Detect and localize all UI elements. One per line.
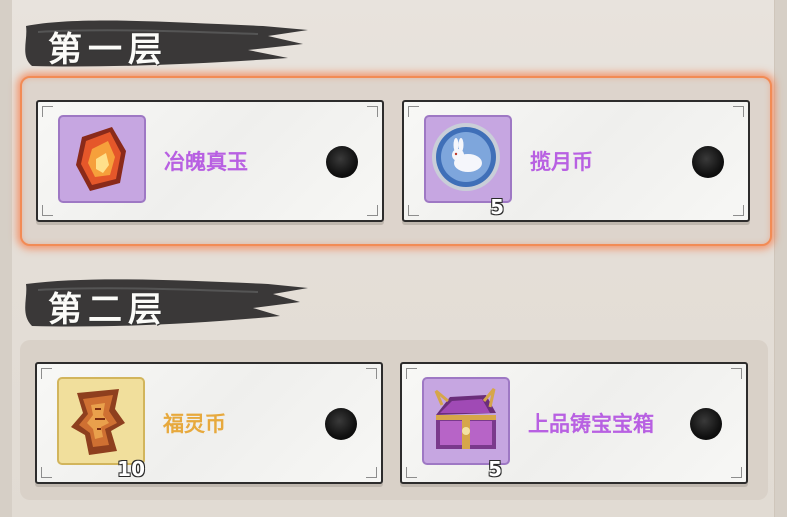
reward-icon-frame: [424, 115, 512, 203]
reward-quantity: 5: [490, 195, 504, 219]
reward-icon-frame: [58, 115, 146, 203]
select-radio-button[interactable]: [690, 408, 722, 440]
reward-card-fire-jade[interactable]: 冶魄真玉: [36, 100, 384, 222]
treasure-chest-icon: [434, 388, 496, 449]
tier-2-header: 第二层: [18, 272, 318, 332]
reward-quantity: 5: [488, 457, 502, 481]
reward-name: 冶魄真玉: [164, 150, 248, 174]
tier-1-panel[interactable]: 冶魄真玉 5 揽月币: [20, 76, 772, 246]
bronze-fortune-token-icon: [71, 389, 125, 455]
reward-card-treasure-chest[interactable]: 5 上品铸宝宝箱: [400, 362, 748, 484]
left-border-strip: [0, 0, 12, 517]
tier-2-title: 第二层: [48, 290, 168, 330]
select-radio-button[interactable]: [326, 146, 358, 178]
reward-icon-frame: [57, 377, 145, 465]
tier-2-panel[interactable]: 10 福灵币 5 上品铸宝宝箱: [20, 340, 768, 500]
reward-name: 上品铸宝宝箱: [528, 412, 654, 436]
tier-1-title: 第一层: [48, 30, 168, 70]
reward-name: 福灵币: [163, 412, 226, 436]
reward-quantity: 10: [117, 457, 145, 481]
scrollbar-track[interactable]: [774, 0, 787, 517]
reward-card-moon-coin[interactable]: 5 揽月币: [402, 100, 750, 222]
reward-icon-frame: [422, 377, 510, 465]
select-radio-button[interactable]: [692, 146, 724, 178]
fire-jade-icon: [76, 127, 126, 191]
reward-name: 揽月币: [530, 150, 593, 174]
moon-rabbit-coin-icon: [432, 123, 500, 191]
tier-1-header: 第一层: [18, 12, 318, 72]
reward-card-fortune-coin[interactable]: 10 福灵币: [35, 362, 383, 484]
select-radio-button[interactable]: [325, 408, 357, 440]
